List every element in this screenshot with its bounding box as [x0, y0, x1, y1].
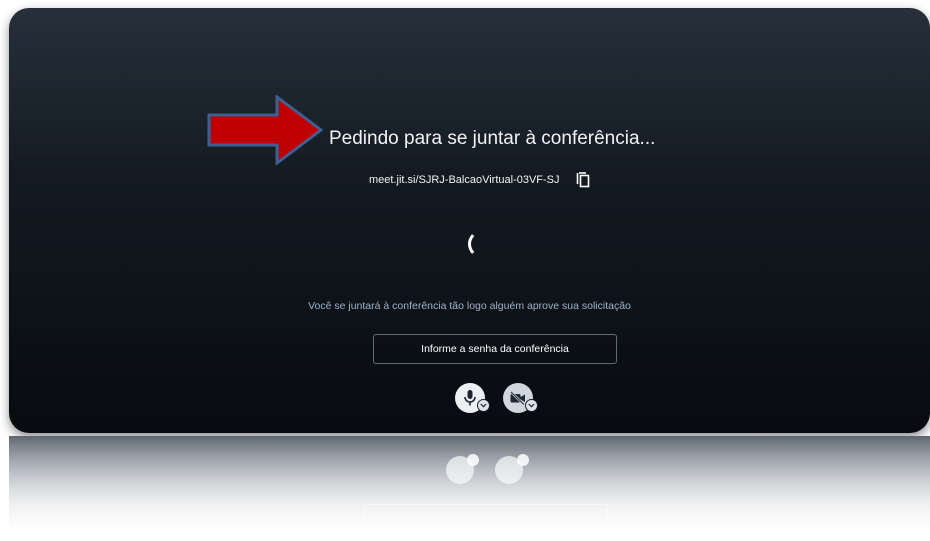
red-arrow-annotation [207, 95, 324, 165]
lobby-card: Pedindo para se juntar à conferência... … [9, 8, 930, 433]
card-reflection [9, 436, 930, 541]
waiting-message: Você se juntará à conferência tão logo a… [308, 300, 631, 312]
reflection-camera-icon [495, 456, 523, 484]
camera-options-chevron-icon[interactable] [525, 399, 538, 412]
reflection-password-button [364, 504, 608, 528]
camera-toggle[interactable] [503, 383, 543, 413]
reflection-microphone-icon [446, 456, 474, 484]
microphone-options-chevron-icon[interactable] [477, 399, 490, 412]
reflection-badge-icon [467, 454, 479, 466]
meeting-url[interactable]: meet.jit.si/SJRJ-BalcaoVirtual-03VF-SJ [369, 174, 560, 186]
lobby-title: Pedindo para se juntar à conferência... [329, 128, 656, 149]
meeting-url-row: meet.jit.si/SJRJ-BalcaoVirtual-03VF-SJ [369, 172, 590, 188]
reflection-badge-icon [517, 454, 529, 466]
copy-icon[interactable] [576, 172, 590, 188]
screenshot-stage: Pedindo para se juntar à conferência... … [0, 0, 930, 541]
password-button[interactable]: Informe a senha da conferência [373, 334, 617, 364]
microphone-toggle[interactable] [455, 383, 495, 413]
loading-spinner [468, 230, 496, 258]
